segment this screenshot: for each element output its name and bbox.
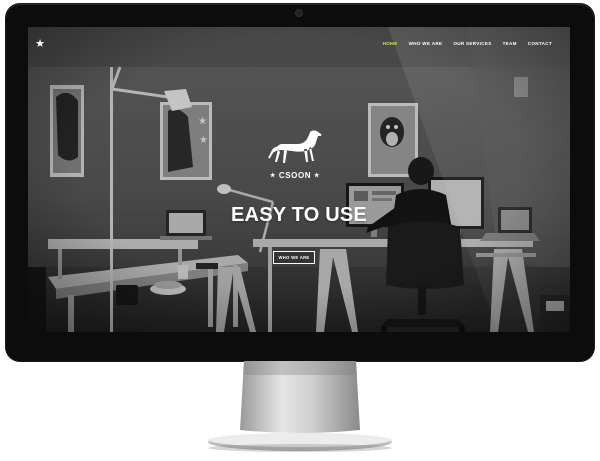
- product-mockup: ★ ★: [0, 0, 600, 461]
- monitor-stand: [208, 361, 392, 452]
